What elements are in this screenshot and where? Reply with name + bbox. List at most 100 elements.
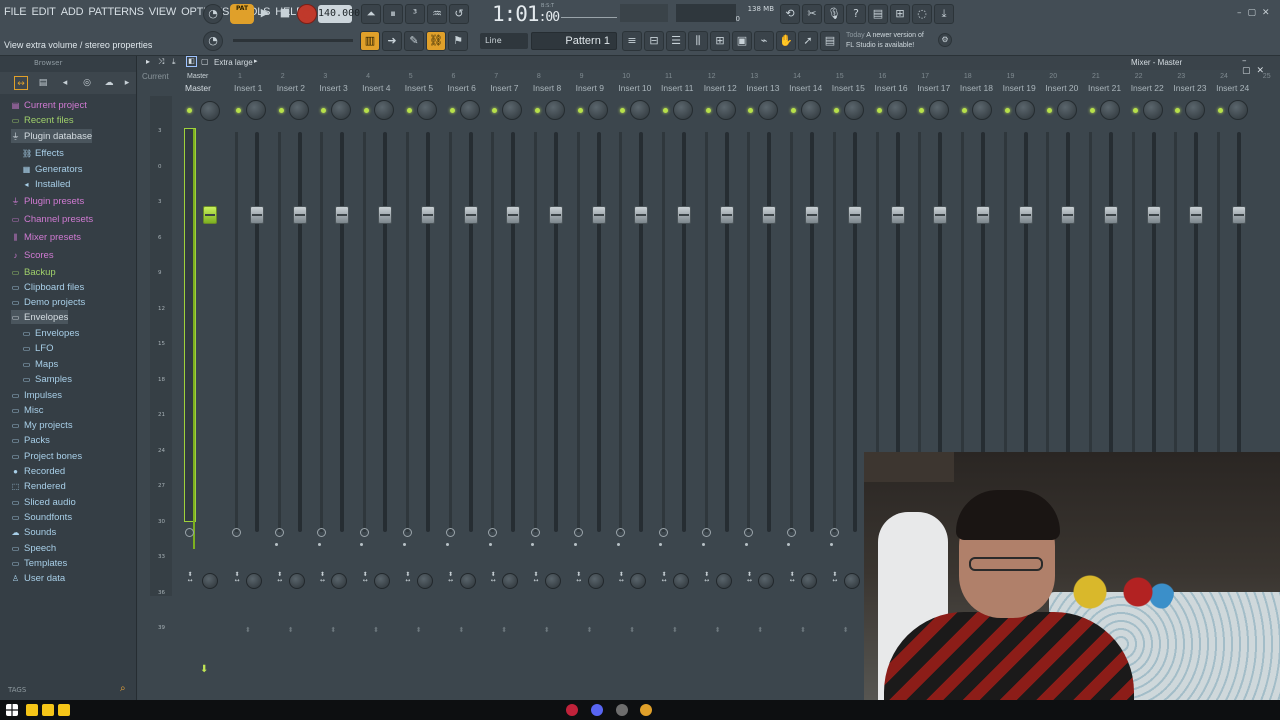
master-pan-knob[interactable] xyxy=(200,101,220,121)
insert-strip[interactable]: ⬍↔ ⬍ xyxy=(744,96,791,686)
help-icon[interactable]: ? xyxy=(846,4,866,24)
insert-pan-knob[interactable] xyxy=(1057,100,1078,120)
insert-volume-fader[interactable] xyxy=(1018,206,1033,224)
insert-route-circle[interactable] xyxy=(402,528,412,537)
mixer-window-controls[interactable]: –▢✕ xyxy=(1242,56,1280,76)
mixer-menu-icon[interactable]: ▸ xyxy=(146,57,150,66)
insert-led[interactable] xyxy=(1132,108,1138,113)
insert-led[interactable] xyxy=(1218,108,1224,113)
insert-send-icon[interactable]: ⬍ xyxy=(416,626,422,634)
insert-led[interactable] xyxy=(833,108,839,113)
insert-led[interactable] xyxy=(663,108,668,113)
browser-item[interactable]: ♪ Scores xyxy=(11,248,54,262)
playlist-icon[interactable]: ≡ xyxy=(622,31,642,51)
menu-edit[interactable]: EDIT xyxy=(31,6,55,18)
insert-pan-knob[interactable] xyxy=(1142,100,1163,120)
insert-route-circle[interactable] xyxy=(787,528,797,537)
insert-led[interactable] xyxy=(492,108,498,113)
piano-roll-snap-icon[interactable]: ▥ xyxy=(360,31,380,51)
insert-send-icon[interactable]: ⬍ xyxy=(245,626,251,634)
browser-item[interactable]: ▭ Clipboard files xyxy=(11,280,84,294)
insert-stereo-icon[interactable]: ⬍↔ xyxy=(233,572,241,584)
browser-item[interactable]: ▭ Packs xyxy=(11,433,50,447)
tempo-display[interactable]: 140.000 xyxy=(318,5,360,23)
insert-stereo-knob[interactable] xyxy=(843,573,860,589)
insert-name[interactable]: Insert 11 xyxy=(661,83,693,93)
browser-item[interactable]: ◂ Installed xyxy=(22,177,70,191)
mic-icon[interactable]: 🎙 xyxy=(824,4,844,24)
insert-pan-knob[interactable] xyxy=(758,100,779,120)
insert-name[interactable]: Insert 24 xyxy=(1216,83,1249,93)
insert-pan-knob[interactable] xyxy=(587,100,608,120)
obs-icon[interactable] xyxy=(616,704,628,716)
insert-volume-fader[interactable] xyxy=(1146,206,1161,224)
piano-roll-icon[interactable]: ⊟ xyxy=(644,31,664,51)
insert-pan-knob[interactable] xyxy=(801,100,822,120)
insert-stereo-icon[interactable]: ⬍↔ xyxy=(404,572,412,584)
insert-led[interactable] xyxy=(321,108,327,113)
insert-volume-fader[interactable] xyxy=(847,206,862,224)
browser-item[interactable]: ▭ Envelopes xyxy=(22,326,80,340)
insert-strip[interactable]: ⬍↔ ⬍ xyxy=(488,96,535,686)
insert-stereo-knob[interactable] xyxy=(459,573,476,589)
insert-strip[interactable]: ⬍↔ ⬍ xyxy=(317,96,364,686)
browser-item[interactable]: ▭ Impulses xyxy=(11,388,62,402)
insert-send-icon[interactable]: ⬍ xyxy=(843,626,849,634)
pattern-select[interactable]: Pattern 1 xyxy=(531,32,617,50)
browser-item[interactable]: ☁ Sounds xyxy=(11,525,57,539)
insert-stereo-icon[interactable]: ⬍↔ xyxy=(532,572,540,584)
insert-send-icon[interactable]: ⬍ xyxy=(757,626,763,634)
browser-item[interactable]: ▭ Speech xyxy=(11,541,57,555)
start-icon[interactable] xyxy=(6,704,18,716)
insert-route-circle[interactable] xyxy=(274,528,284,537)
master-stereo-icon[interactable]: ⬍ ↔ xyxy=(186,572,194,584)
insert-stereo-icon[interactable]: ⬍↔ xyxy=(575,572,583,584)
preset-arrow-icon[interactable]: ▸ xyxy=(254,57,258,65)
insert-volume-fader[interactable] xyxy=(378,206,393,224)
insert-stereo-knob[interactable] xyxy=(801,573,818,589)
midi-icon[interactable]: ⊞ xyxy=(890,4,910,24)
browser-icon[interactable]: ⊞ xyxy=(710,31,730,51)
insert-strip[interactable]: ⬍↔ ⬍ xyxy=(274,96,321,686)
insert-send-icon[interactable]: ⬍ xyxy=(501,626,507,634)
tags-search-icon[interactable]: ⌕ xyxy=(120,683,126,694)
insert-pan-knob[interactable] xyxy=(1100,100,1120,120)
browser-item[interactable]: ▭ Demo projects xyxy=(11,295,86,309)
insert-stereo-icon[interactable]: ⬍↔ xyxy=(318,572,326,584)
insert-stereo-knob[interactable] xyxy=(331,573,348,589)
insert-name[interactable]: Insert 20 xyxy=(1045,83,1078,93)
insert-stereo-knob[interactable] xyxy=(673,573,689,589)
insert-strip[interactable]: ⬍↔ ⬍ xyxy=(787,96,834,686)
master-route-circle[interactable] xyxy=(185,528,194,537)
browser-item[interactable]: ▭ LFO xyxy=(22,341,54,355)
touch-controller-icon[interactable]: ✋ xyxy=(776,31,796,51)
insert-stereo-knob[interactable] xyxy=(544,573,561,589)
loop-record-icon[interactable]: ↺ xyxy=(449,4,469,24)
insert-led[interactable] xyxy=(705,108,711,113)
insert-name[interactable]: Insert 6 xyxy=(448,83,476,93)
insert-send-icon[interactable]: ⬍ xyxy=(288,626,294,634)
insert-strip[interactable]: ⬍↔ ⬍ xyxy=(530,96,577,686)
insert-name[interactable]: Insert 4 xyxy=(362,83,390,93)
browser-item[interactable]: ▭ Misc xyxy=(11,403,44,417)
insert-volume-fader[interactable] xyxy=(463,206,478,224)
insert-route-circle[interactable] xyxy=(488,528,498,537)
insert-stereo-icon[interactable]: ⬍↔ xyxy=(276,572,284,584)
browser-item[interactable]: ⏚ Plugin database xyxy=(11,129,93,143)
update-icon[interactable]: ⚙ xyxy=(938,33,952,47)
insert-stereo-icon[interactable]: ⬍↔ xyxy=(617,572,625,584)
discord-icon[interactable] xyxy=(591,704,603,716)
metronome-icon[interactable]: ⏶ xyxy=(361,4,381,24)
insert-name[interactable]: Insert 7 xyxy=(490,83,518,93)
insert-volume-fader[interactable] xyxy=(1104,206,1118,224)
insert-stereo-knob[interactable] xyxy=(502,573,519,589)
back-icon[interactable]: ◂ xyxy=(58,76,72,90)
insert-volume-fader[interactable] xyxy=(591,206,606,224)
insert-strip[interactable]: ⬍↔ ⬍ xyxy=(573,96,620,686)
insert-pan-knob[interactable] xyxy=(1185,100,1206,120)
insert-route-circle[interactable] xyxy=(573,528,583,537)
stop-icon[interactable]: ■ xyxy=(275,4,295,24)
folder-icon-2[interactable] xyxy=(58,704,70,716)
insert-stereo-knob[interactable] xyxy=(715,573,732,589)
pencil-icon[interactable]: ✎ xyxy=(404,31,424,51)
